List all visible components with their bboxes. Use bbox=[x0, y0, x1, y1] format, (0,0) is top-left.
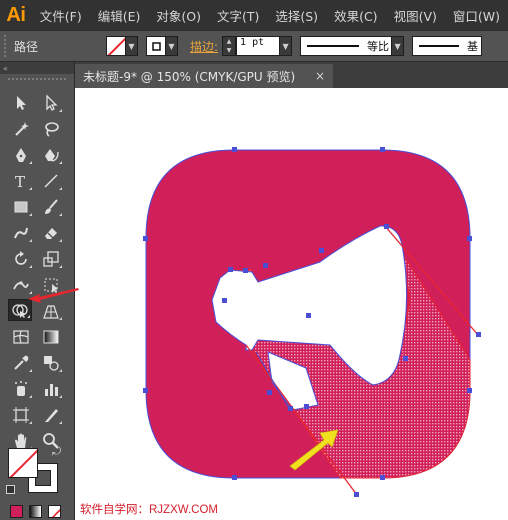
menu-object[interactable]: 对象(O) bbox=[148, 0, 209, 30]
lasso-tool-icon[interactable] bbox=[39, 118, 63, 140]
type-tool-icon[interactable]: T bbox=[9, 170, 33, 192]
perspective-grid-tool-icon[interactable] bbox=[39, 300, 63, 322]
blob-brush-tool-icon[interactable] bbox=[9, 222, 33, 244]
magic-wand-tool-icon[interactable] bbox=[9, 118, 33, 140]
control-bar-grip[interactable] bbox=[4, 35, 12, 57]
stroke-square-icon bbox=[152, 42, 161, 51]
control-bar: 路径 ▼ ▼ 描边: ▲ ▼ 1 pt ▼ 等比 ▼ 基 bbox=[0, 30, 508, 62]
gradient-mode-icon[interactable] bbox=[29, 505, 42, 518]
selection-tool-icon[interactable] bbox=[9, 92, 33, 114]
artboard-tool-icon[interactable] bbox=[9, 404, 33, 426]
stroke-label[interactable]: 描边: bbox=[190, 38, 218, 55]
close-icon[interactable]: × bbox=[315, 69, 325, 83]
document-tab-row: 未标题-9* @ 150% (CMYK/GPU 预览) × bbox=[75, 62, 508, 88]
eraser-tool-icon[interactable] bbox=[39, 222, 63, 244]
width-tool-icon[interactable] bbox=[9, 274, 33, 296]
fill-dropdown-arrow[interactable]: ▼ bbox=[126, 36, 138, 56]
none-color-icon bbox=[107, 37, 125, 55]
slice-tool-icon[interactable] bbox=[39, 404, 63, 426]
menu-window[interactable]: 窗口(W) bbox=[445, 0, 508, 30]
menu-type[interactable]: 文字(T) bbox=[209, 0, 267, 30]
eyedropper-tool-icon[interactable] bbox=[9, 352, 33, 374]
profile-line bbox=[307, 45, 360, 47]
menu-file[interactable]: 文件(F) bbox=[32, 0, 90, 30]
watermark: 软件自学网：RJZXW.COM bbox=[80, 504, 218, 516]
stroke-weight-input[interactable]: 1 pt bbox=[236, 36, 281, 56]
document-tab[interactable]: 未标题-9* @ 150% (CMYK/GPU 预览) × bbox=[75, 64, 333, 88]
stroke-weight-stepper[interactable]: ▲ ▼ bbox=[222, 36, 237, 56]
stroke-dropdown-arrow[interactable]: ▼ bbox=[166, 36, 178, 56]
menu-view[interactable]: 视图(V) bbox=[386, 0, 445, 30]
menu-effect[interactable]: 效果(C) bbox=[326, 0, 385, 30]
symbol-sprayer-tool-icon[interactable] bbox=[9, 378, 33, 400]
profile-label: 等比 bbox=[367, 40, 390, 53]
profile-dropdown-arrow[interactable]: ▼ bbox=[392, 36, 405, 56]
gradient-tool-icon[interactable] bbox=[39, 326, 63, 348]
menu-select[interactable]: 选择(S) bbox=[267, 0, 326, 30]
document-tab-title: 未标题-9* @ 150% (CMYK/GPU 预览) bbox=[83, 69, 296, 84]
rectangle-tool-icon[interactable] bbox=[9, 196, 33, 218]
artboard-canvas[interactable] bbox=[75, 88, 508, 520]
fill-color-swatch[interactable] bbox=[106, 36, 126, 56]
none-color-icon bbox=[9, 449, 37, 477]
direct-selection-tool-icon[interactable] bbox=[39, 92, 63, 114]
stroke-color-swatch[interactable] bbox=[146, 36, 166, 56]
line-segment-tool-icon[interactable] bbox=[39, 170, 63, 192]
pen-tool-icon[interactable] bbox=[9, 144, 33, 166]
illustrator-window: Ai 文件(F) 编辑(E) 对象(O) 文字(T) 选择(S) 效果(C) 视… bbox=[0, 0, 508, 520]
stroke-weight-dropdown[interactable]: ▼ bbox=[280, 36, 293, 56]
curvature-tool-icon[interactable] bbox=[39, 144, 63, 166]
brush-line bbox=[419, 45, 460, 47]
free-transform-tool-icon[interactable] bbox=[39, 274, 63, 296]
blend-tool-icon[interactable] bbox=[39, 352, 63, 374]
none-mode-icon[interactable] bbox=[48, 505, 61, 518]
brush-label: 基 bbox=[467, 40, 479, 53]
swap-colors-icon[interactable]: ⤾ bbox=[52, 445, 61, 459]
variable-width-profile[interactable]: 等比 bbox=[300, 36, 393, 56]
brush-definition[interactable]: 基 bbox=[412, 36, 483, 56]
app-logo: Ai bbox=[6, 3, 26, 26]
tools-panel-collapse[interactable]: « bbox=[0, 62, 74, 74]
scale-tool-icon[interactable] bbox=[39, 248, 63, 270]
rotate-tool-icon[interactable] bbox=[9, 248, 33, 270]
default-colors-icon[interactable] bbox=[6, 485, 15, 494]
fill-swatch[interactable] bbox=[8, 448, 38, 478]
menu-edit[interactable]: 编辑(E) bbox=[90, 0, 149, 30]
svg-text:T: T bbox=[15, 173, 25, 190]
selection-type-label: 路径 bbox=[14, 39, 39, 54]
column-graph-tool-icon[interactable] bbox=[39, 378, 63, 400]
mesh-tool-icon[interactable] bbox=[9, 326, 33, 348]
artwork[interactable] bbox=[75, 88, 508, 520]
paintbrush-tool-icon[interactable] bbox=[39, 196, 63, 218]
menu-bar: Ai 文件(F) 编辑(E) 对象(O) 文字(T) 选择(S) 效果(C) 视… bbox=[0, 0, 508, 30]
tools-panel-grip[interactable] bbox=[8, 78, 66, 84]
color-mode-icon[interactable] bbox=[10, 505, 23, 518]
shape-builder-tool-icon[interactable] bbox=[8, 299, 32, 321]
